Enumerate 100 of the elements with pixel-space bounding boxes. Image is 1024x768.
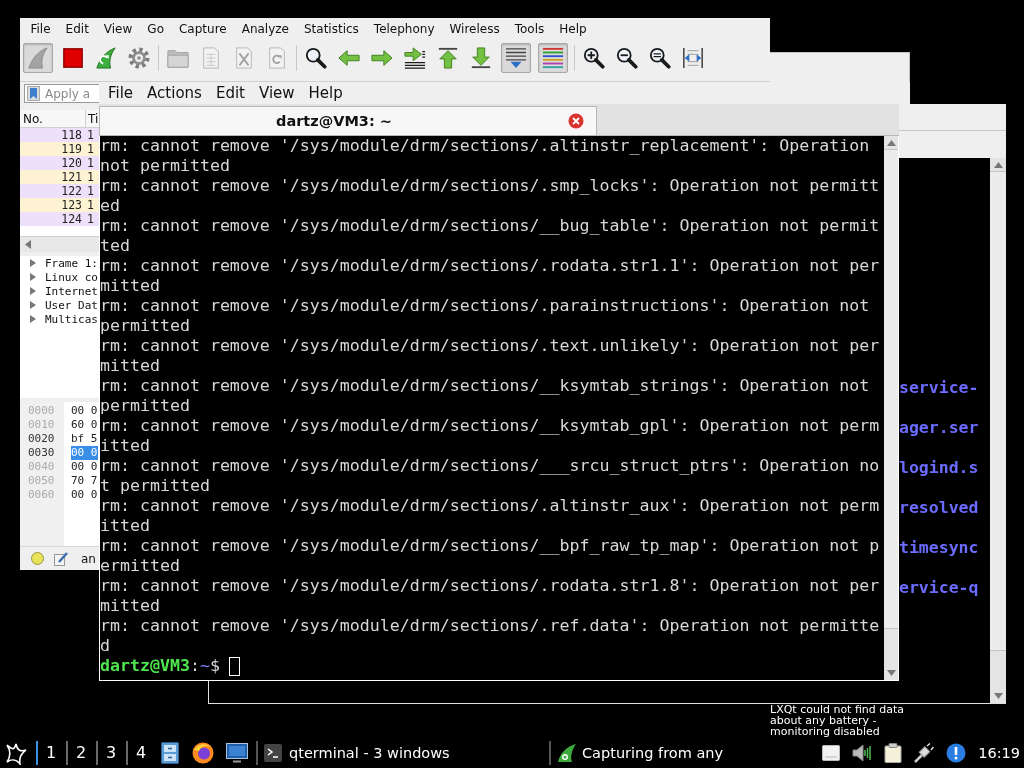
scrollbar[interactable]: [20, 236, 99, 252]
tree-item[interactable]: Frame 1:: [20, 256, 98, 270]
hex-bytes[interactable]: 60 0: [71, 418, 98, 432]
arrow-down-icon: [993, 693, 1003, 699]
terminal-line: mitted: [100, 356, 160, 376]
menu-item[interactable]: File: [23, 22, 59, 36]
desktop-button[interactable]: 4: [126, 740, 156, 765]
packet-number: 122: [61, 184, 82, 198]
packet-row[interactable]: 123 1: [20, 198, 99, 212]
menu-item[interactable]: Telephony: [366, 22, 442, 36]
hex-offset: 0060: [28, 488, 55, 502]
expand-arrow-icon[interactable]: [30, 301, 36, 309]
clipboard-icon[interactable]: [884, 742, 903, 763]
terminal-line: d: [100, 636, 110, 656]
packet-number: 123: [61, 198, 82, 212]
arrow-lines-icon: [404, 47, 426, 69]
terminal-line: ed: [100, 196, 120, 216]
task-button[interactable]: qterminal - 3 windows: [260, 739, 547, 766]
menu-item[interactable]: Edit: [58, 22, 97, 36]
expand-arrow-icon[interactable]: [30, 287, 36, 295]
packet-row[interactable]: 119 1: [20, 142, 99, 156]
hex-bytes[interactable]: 00 0: [71, 488, 98, 502]
terminal-line: t permitted: [100, 476, 210, 496]
file-cabinet-icon[interactable]: [160, 741, 180, 764]
terminal-line: ervice-q: [899, 578, 979, 598]
packet-row[interactable]: 122 1: [20, 184, 99, 198]
hex-bytes[interactable]: 70 7: [71, 474, 98, 488]
tree-item[interactable]: Linux co: [20, 270, 98, 284]
auto-scroll-button[interactable]: [501, 43, 531, 73]
shark-fin-icon: [95, 47, 117, 69]
tree-item[interactable]: Multicas: [20, 312, 98, 326]
lines-triangle-icon: [505, 47, 527, 69]
tree-item[interactable]: User Dat: [20, 298, 98, 312]
arrow-down-icon: [886, 670, 896, 676]
menu-item[interactable]: View: [96, 22, 140, 36]
menu-item[interactable]: Analyze: [234, 22, 297, 36]
terminal-tab[interactable]: dartz@VM3: ~: [99, 106, 597, 135]
desktop-button[interactable]: 3: [96, 740, 126, 765]
hex-bytes[interactable]: 00 0: [71, 460, 98, 474]
terminal-line: rm: cannot remove '/sys/module/drm/sections/.parainstructions': Operation not: [100, 296, 870, 316]
terminal-line: rm: cannot remove '/sys/module/drm/sections/.rodata.str1.8': Operation not per: [100, 576, 880, 596]
expand-arrow-icon[interactable]: [30, 273, 36, 281]
packet-row[interactable]: 118 1: [20, 128, 99, 142]
menu-item[interactable]: Help: [301, 84, 350, 102]
hex-offset: 0030: [28, 446, 55, 460]
menu-item[interactable]: Actions: [140, 84, 209, 102]
close-icon[interactable]: [568, 113, 584, 129]
menu-item[interactable]: Edit: [208, 84, 252, 102]
packet-time: 1: [87, 198, 94, 212]
hex-offset: 0040: [28, 460, 55, 474]
hex-bytes[interactable]: 00 0: [71, 404, 98, 418]
menu-item[interactable]: Wireless: [442, 22, 508, 36]
arrow-up-bar-icon: [437, 47, 459, 69]
colorize-button[interactable]: [538, 43, 568, 73]
task-button[interactable]: Capturing from any: [553, 739, 815, 766]
monitor-icon[interactable]: [226, 742, 248, 763]
terminal-line: rm: cannot remove '/sys/module/drm/sections/.text.unlikely': Operation not per: [100, 336, 880, 356]
plug-icon[interactable]: [914, 742, 935, 763]
menu-item[interactable]: Help: [551, 22, 595, 36]
desktop-button[interactable]: 1: [36, 740, 66, 765]
expand-arrow-icon[interactable]: [30, 315, 36, 323]
hex-bytes[interactable]: bf 5: [71, 432, 98, 446]
packet-time: 1: [87, 128, 94, 142]
packet-row[interactable]: 120 1: [20, 156, 99, 170]
terminal-line: ermitted: [100, 556, 180, 576]
folder-icon: [167, 47, 189, 69]
speaker-icon[interactable]: [852, 742, 873, 763]
filter-field[interactable]: Apply a: [24, 84, 99, 103]
packet-row[interactable]: 121 1: [20, 170, 99, 184]
terminal-line: itted: [100, 436, 150, 456]
packet-row[interactable]: 124 1: [20, 212, 99, 226]
packet-number: 124: [61, 212, 82, 226]
zoom-out-icon: [616, 47, 638, 69]
bookmark-icon[interactable]: [27, 86, 40, 101]
terminal-line: rm: cannot remove '/sys/module/drm/sections/.smp_locks': Operation not permitt: [100, 176, 880, 196]
shark-fin-icon: [27, 47, 49, 69]
drive-icon[interactable]: [822, 744, 841, 761]
packet-time: 1: [87, 212, 94, 226]
terminal-line: rm: cannot remove '/sys/module/drm/sections/.altinstr_aux': Operation not perm: [100, 496, 880, 516]
menu-item[interactable]: Go: [139, 22, 172, 36]
desktop-button[interactable]: 2: [66, 740, 96, 765]
terminal-line: rm: cannot remove '/sys/module/drm/sections/__ksymtab_strings': Operation not: [100, 376, 870, 396]
clock[interactable]: 16:19: [978, 744, 1020, 761]
note-pencil-icon[interactable]: [54, 551, 68, 566]
menu-item[interactable]: Statistics: [296, 22, 367, 36]
fox-globe-icon[interactable]: [192, 741, 214, 764]
menu-item[interactable]: File: [101, 84, 141, 102]
terminal-line: permitted: [100, 316, 190, 336]
packet-number: 120: [61, 156, 82, 170]
menu-item[interactable]: View: [251, 84, 302, 102]
status-dot-icon[interactable]: [31, 552, 44, 565]
menu-item[interactable]: Tools: [507, 22, 552, 36]
status-text: an: [81, 551, 96, 566]
alert-icon[interactable]: [946, 742, 967, 763]
tree-item[interactable]: Internet: [20, 284, 98, 298]
expand-arrow-icon[interactable]: [30, 259, 36, 267]
column-header[interactable]: No.: [20, 110, 85, 127]
menu-item[interactable]: Capture: [171, 22, 235, 36]
arrow-up-icon: [993, 162, 1003, 168]
packet-number: 121: [61, 170, 82, 184]
